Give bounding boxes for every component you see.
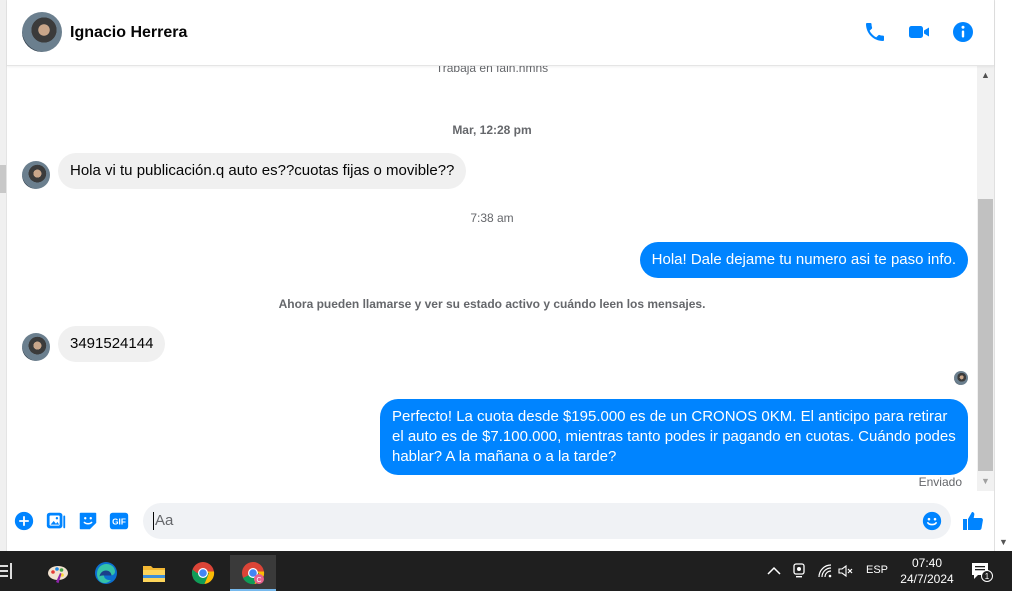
timestamp: Mar, 12:28 pm: [452, 123, 532, 137]
sender-avatar[interactable]: [22, 333, 50, 361]
volume-muted-icon[interactable]: [838, 563, 854, 579]
messenger-window: Ignacio Herrera Trabaja en fain.hmns Mar…: [0, 0, 1012, 591]
contact-subtitle: Trabaja en fain.hmns: [435, 66, 549, 75]
phone-icon[interactable]: [863, 20, 887, 44]
notification-icon[interactable]: 1: [970, 561, 994, 583]
file-explorer-icon: [143, 566, 165, 582]
gif-icon[interactable]: GIF: [108, 510, 130, 532]
incoming-message[interactable]: 3491524144: [58, 326, 166, 362]
outgoing-message[interactable]: Hola! Dale dejame tu numero asi te paso …: [639, 242, 968, 278]
input-language[interactable]: ESP: [866, 564, 888, 576]
message-list: Trabaja en fain.hmns Mar, 12:28 pm Hola …: [7, 66, 977, 491]
notification-count: 1: [985, 572, 990, 581]
taskbar-app-edge[interactable]: [86, 555, 126, 591]
scroll-up-arrow[interactable]: ▲: [981, 70, 990, 80]
taskbar-app-paint[interactable]: [38, 555, 78, 591]
contact-name[interactable]: Ignacio Herrera: [70, 24, 187, 42]
video-icon[interactable]: [907, 20, 931, 44]
message-input[interactable]: Aa: [143, 503, 951, 539]
wifi-icon[interactable]: [817, 563, 833, 579]
edge-icon: [95, 562, 117, 584]
emoji-icon[interactable]: [921, 510, 943, 532]
chat-notice: Ahora pueden llamarse y ver su estado ac…: [278, 297, 706, 311]
taskbar-app-file-explorer[interactable]: [134, 555, 174, 591]
image-icon[interactable]: [45, 510, 67, 532]
taskbar-app-chrome-profile[interactable]: C: [230, 555, 276, 591]
info-icon[interactable]: [951, 20, 975, 44]
sender-avatar[interactable]: [22, 161, 50, 189]
text-caret: [153, 512, 154, 530]
taskbar-app-chrome[interactable]: [183, 555, 223, 591]
left-edge-handle[interactable]: [0, 165, 6, 193]
left-edge-strip: [0, 0, 7, 551]
clock-time: 07:40: [911, 556, 943, 570]
plus-icon[interactable]: [13, 510, 35, 532]
message-status: Enviado: [918, 475, 962, 489]
clock-date: 24/7/2024: [900, 572, 954, 586]
chrome-profile-icon: C: [242, 562, 265, 585]
message-composer: GIF Aa: [7, 491, 994, 551]
scrollbar-thumb[interactable]: [978, 199, 993, 471]
svg-text:C: C: [256, 577, 261, 584]
chrome-icon: [191, 562, 215, 585]
chevron-up-icon[interactable]: [767, 565, 781, 577]
windows-taskbar: C ESP 07:40 24/7/2024 1: [0, 551, 1012, 591]
gif-label: GIF: [112, 518, 126, 527]
incoming-message[interactable]: Hola vi tu publicación.q auto es??cuotas…: [58, 153, 467, 189]
page-scroll-down-arrow[interactable]: ▼: [999, 537, 1008, 547]
taskbar-clock[interactable]: 07:40 24/7/2024: [893, 555, 961, 587]
page-scrollbar[interactable]: ▼: [994, 0, 1012, 551]
seen-indicator-avatar: [954, 371, 968, 385]
outgoing-message[interactable]: Perfecto! La cuota desde $195.000 es de …: [380, 399, 968, 475]
chat-scrollbar[interactable]: ▲ ▼: [977, 66, 994, 491]
conversation-header: Ignacio Herrera: [7, 0, 994, 66]
timestamp: 7:38 am: [470, 211, 514, 225]
message-input-placeholder: Aa: [155, 512, 174, 529]
meet-now-icon[interactable]: [792, 563, 806, 579]
scroll-down-arrow[interactable]: ▼: [981, 476, 990, 486]
sticker-icon[interactable]: [77, 510, 99, 532]
paint-icon: [48, 566, 68, 584]
task-view-icon[interactable]: [0, 563, 14, 579]
contact-avatar[interactable]: [22, 12, 62, 52]
like-icon[interactable]: [961, 509, 985, 533]
